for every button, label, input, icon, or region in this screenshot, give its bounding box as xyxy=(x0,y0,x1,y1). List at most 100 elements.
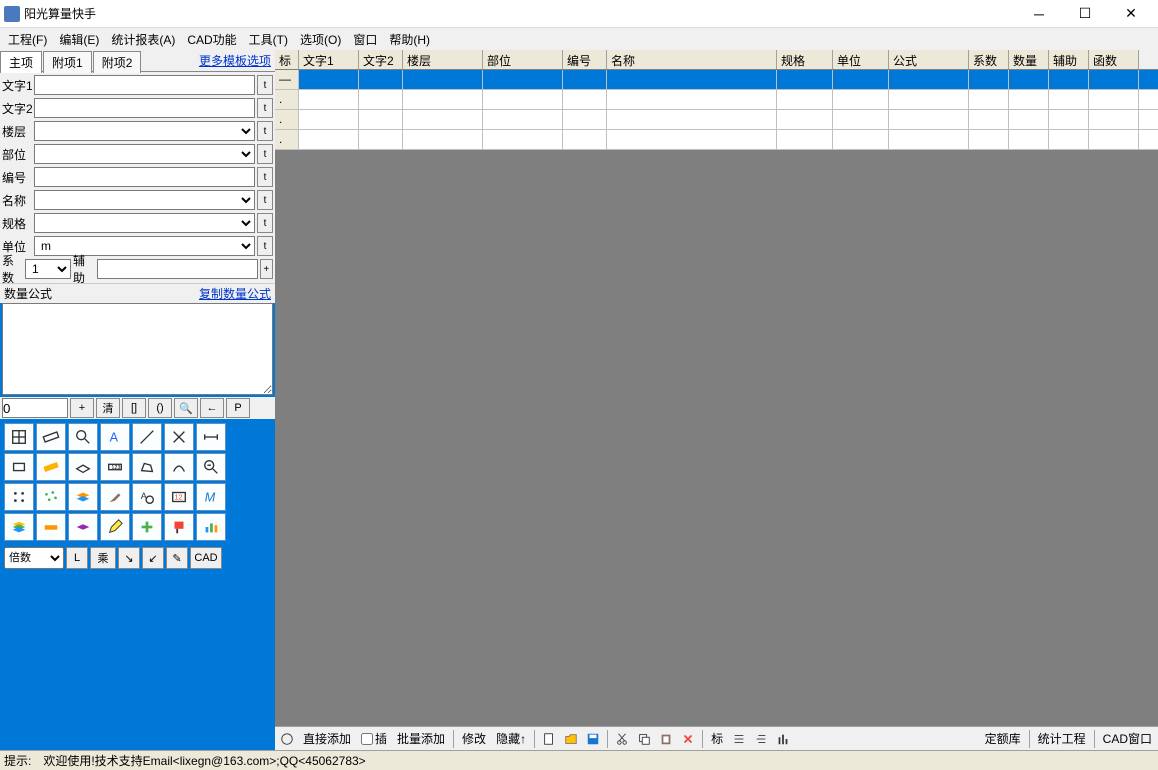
save-icon[interactable] xyxy=(583,729,603,749)
table-cell[interactable] xyxy=(777,130,833,149)
cut-icon[interactable] xyxy=(612,729,632,749)
table-cell[interactable] xyxy=(969,70,1009,89)
col-text2[interactable]: 文字2 xyxy=(359,50,403,69)
text2-input[interactable] xyxy=(34,98,255,118)
table-cell[interactable] xyxy=(403,110,483,129)
table-cell[interactable] xyxy=(889,90,969,109)
copy-icon[interactable] xyxy=(634,729,654,749)
table-cell[interactable] xyxy=(969,130,1009,149)
new-icon[interactable] xyxy=(539,729,559,749)
calc-clear-button[interactable]: 清 xyxy=(96,398,120,418)
arrow-br-button[interactable]: ↘ xyxy=(118,547,140,569)
table-cell[interactable] xyxy=(403,130,483,149)
tool-grid-icon[interactable] xyxy=(4,423,34,451)
table-cell[interactable] xyxy=(833,130,889,149)
text1-input[interactable] xyxy=(34,75,255,95)
calc-bracket-button[interactable]: [] xyxy=(122,398,146,418)
col-text1[interactable]: 文字1 xyxy=(299,50,359,69)
floor-select[interactable] xyxy=(34,121,255,141)
table-cell[interactable] xyxy=(1089,70,1139,89)
table-cell[interactable] xyxy=(1089,90,1139,109)
tool-layers2-icon[interactable] xyxy=(4,513,34,541)
modify-button[interactable]: 修改 xyxy=(458,729,490,749)
text2-t-button[interactable]: t xyxy=(257,98,273,118)
table-cell[interactable] xyxy=(299,90,359,109)
table-cell[interactable] xyxy=(483,110,563,129)
table-cell[interactable] xyxy=(1009,70,1049,89)
table-cell[interactable] xyxy=(563,130,607,149)
mark-button[interactable]: 标 xyxy=(707,729,727,749)
close-button[interactable]: ✕ xyxy=(1108,0,1154,28)
table-cell[interactable] xyxy=(563,70,607,89)
table-cell[interactable] xyxy=(777,90,833,109)
col-coef[interactable]: 系数 xyxy=(969,50,1009,69)
minimize-button[interactable]: ─ xyxy=(1016,0,1062,28)
name-t-button[interactable]: t xyxy=(257,190,273,210)
calc-plus-button[interactable]: + xyxy=(70,398,94,418)
table-cell[interactable] xyxy=(1009,110,1049,129)
maximize-button[interactable]: ☐ xyxy=(1062,0,1108,28)
col-floor[interactable]: 楼层 xyxy=(403,50,483,69)
tool-dim-icon[interactable]: 123 xyxy=(100,453,130,481)
table-cell[interactable] xyxy=(359,70,403,89)
menu-project[interactable]: 工程(F) xyxy=(2,29,53,50)
menu-window[interactable]: 窗口 xyxy=(347,29,383,50)
tool-textsearch-icon[interactable]: A xyxy=(132,483,162,511)
col-qty[interactable]: 数量 xyxy=(1009,50,1049,69)
unit-t-button[interactable]: t xyxy=(257,236,273,256)
table-cell[interactable] xyxy=(359,130,403,149)
menu-tools[interactable]: 工具(T) xyxy=(243,29,294,50)
table-cell[interactable] xyxy=(299,70,359,89)
tool-find-icon[interactable] xyxy=(196,453,226,481)
table-cell[interactable]: . xyxy=(275,110,299,129)
floor-t-button[interactable]: t xyxy=(257,121,273,141)
cad-button[interactable]: CAD xyxy=(190,547,222,569)
table-cell[interactable] xyxy=(607,130,777,149)
table-cell[interactable] xyxy=(1089,130,1139,149)
tool-pen-icon[interactable] xyxy=(100,513,130,541)
table-cell[interactable] xyxy=(483,130,563,149)
l-button[interactable]: L xyxy=(66,547,88,569)
table-cell[interactable] xyxy=(833,90,889,109)
table-cell[interactable] xyxy=(969,110,1009,129)
table-cell[interactable] xyxy=(563,90,607,109)
table-cell[interactable]: . xyxy=(275,90,299,109)
tool-rect-icon[interactable] xyxy=(4,453,34,481)
table-cell[interactable] xyxy=(1049,130,1089,149)
tab-main[interactable]: 主项 xyxy=(0,51,42,73)
table-cell[interactable] xyxy=(1049,110,1089,129)
tool-arc-icon[interactable] xyxy=(164,453,194,481)
table-cell[interactable] xyxy=(1009,90,1049,109)
more-templates-link[interactable]: 更多模板选项 xyxy=(199,52,271,69)
col-formula[interactable]: 公式 xyxy=(889,50,969,69)
menu-options[interactable]: 选项(O) xyxy=(294,29,347,50)
calc-p-button[interactable]: P xyxy=(226,398,250,418)
table-row[interactable]: . xyxy=(275,90,1158,110)
multiply-button[interactable]: 乘 xyxy=(90,547,116,569)
table-cell[interactable] xyxy=(833,110,889,129)
circle-icon[interactable] xyxy=(277,729,297,749)
tool-scatter-icon[interactable] xyxy=(36,483,66,511)
part-select[interactable] xyxy=(34,144,255,164)
col-part[interactable]: 部位 xyxy=(483,50,563,69)
table-cell[interactable] xyxy=(483,70,563,89)
tool-layers3-icon[interactable] xyxy=(68,513,98,541)
table-cell[interactable] xyxy=(403,70,483,89)
col-unit[interactable]: 单位 xyxy=(833,50,889,69)
table-cell[interactable] xyxy=(483,90,563,109)
table-cell[interactable] xyxy=(359,110,403,129)
table-cell[interactable] xyxy=(1049,90,1089,109)
tool-ruler2-icon[interactable] xyxy=(36,453,66,481)
copy-qty-link[interactable]: 复制数量公式 xyxy=(199,285,271,302)
col-num[interactable]: 编号 xyxy=(563,50,607,69)
stat-project-button[interactable]: 统计工程 xyxy=(1034,729,1090,749)
aux-plus-button[interactable]: + xyxy=(260,259,273,279)
table-row[interactable]: . xyxy=(275,130,1158,150)
open-icon[interactable] xyxy=(561,729,581,749)
edit-button[interactable]: ✎ xyxy=(166,547,188,569)
table-cell[interactable] xyxy=(1049,70,1089,89)
menu-edit[interactable]: 编辑(E) xyxy=(53,29,105,50)
col-name[interactable]: 名称 xyxy=(607,50,777,69)
delete-icon[interactable] xyxy=(678,729,698,749)
table-cell[interactable] xyxy=(777,70,833,89)
